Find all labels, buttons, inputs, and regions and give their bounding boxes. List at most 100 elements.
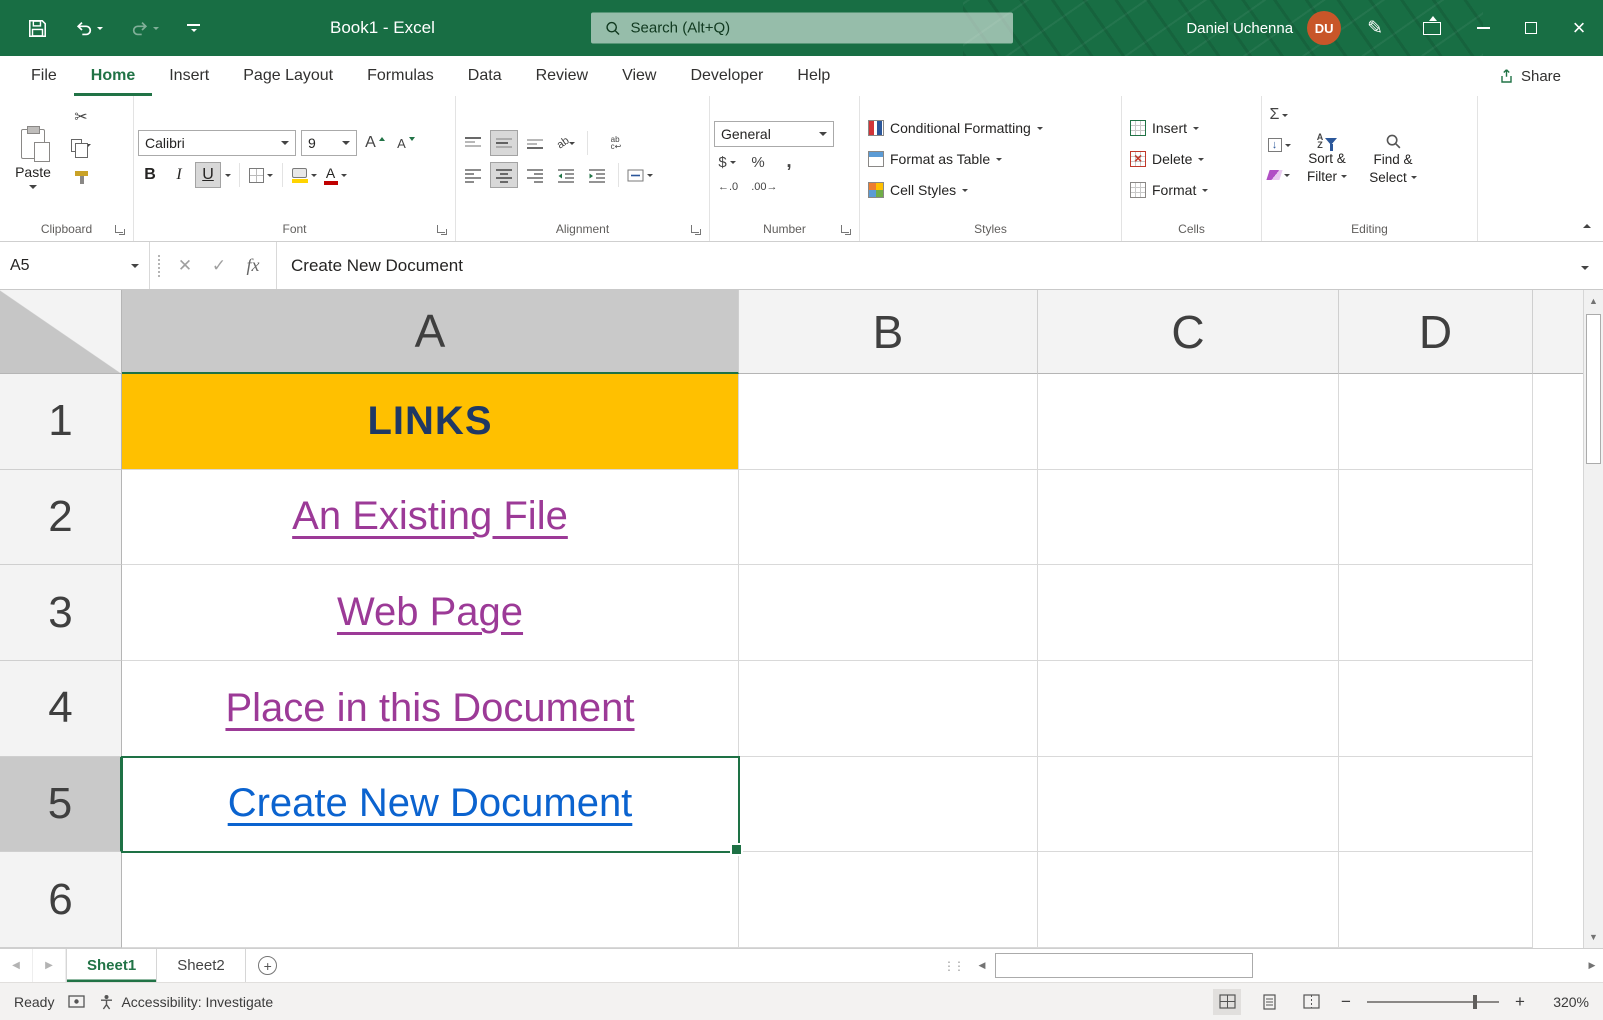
wrap-text-button[interactable]: abc↩: [596, 131, 636, 155]
insert-function-button[interactable]: fx: [236, 255, 270, 276]
cell-b1[interactable]: [739, 374, 1038, 470]
accessibility-checker-button[interactable]: Accessibility: Investigate: [99, 994, 273, 1010]
orientation-button[interactable]: ab: [553, 131, 579, 155]
percent-style-button[interactable]: %: [745, 150, 771, 174]
column-header-a[interactable]: A: [122, 290, 739, 374]
cell-d5[interactable]: [1339, 757, 1533, 853]
sort-filter-button[interactable]: AZ Sort & Filter: [1296, 101, 1358, 217]
increase-indent-button[interactable]: [584, 163, 610, 187]
merge-center-button[interactable]: [627, 163, 653, 187]
cut-button[interactable]: ✂: [68, 105, 94, 129]
fill-color-button[interactable]: [291, 163, 317, 187]
ribbon-tab-view[interactable]: View: [605, 56, 673, 96]
ribbon-tab-developer[interactable]: Developer: [673, 56, 780, 96]
formula-input[interactable]: Create New Document: [283, 256, 1603, 276]
cell-d3[interactable]: [1339, 565, 1533, 661]
macro-record-icon[interactable]: [68, 994, 85, 1009]
cell-a5-selected[interactable]: Create New Document: [122, 757, 739, 853]
enter-button[interactable]: ✓: [202, 256, 236, 276]
cell-b2[interactable]: [739, 470, 1038, 566]
column-header-c[interactable]: C: [1038, 290, 1339, 374]
new-sheet-button[interactable]: +: [246, 949, 290, 982]
borders-button[interactable]: [248, 163, 274, 187]
zoom-in-button[interactable]: +: [1513, 992, 1527, 1012]
name-box[interactable]: A5: [0, 242, 150, 289]
select-all-corner[interactable]: [0, 290, 122, 374]
ribbon-tab-review[interactable]: Review: [519, 56, 605, 96]
cell-a1[interactable]: LINKS: [122, 374, 739, 470]
cell-b4[interactable]: [739, 661, 1038, 757]
sheet-tab-sheet2[interactable]: Sheet2: [157, 949, 246, 982]
conditional-formatting-button[interactable]: Conditional Formatting: [864, 113, 1117, 144]
fill-button[interactable]: ↓: [1266, 133, 1292, 157]
share-button[interactable]: Share: [1498, 56, 1561, 96]
minimize-button[interactable]: [1459, 0, 1507, 56]
cell-a4[interactable]: Place in this Document: [122, 661, 739, 757]
normal-view-button[interactable]: [1213, 989, 1241, 1015]
cell-c6[interactable]: [1038, 852, 1339, 948]
cell-b6[interactable]: [739, 852, 1038, 948]
column-header-d[interactable]: D: [1339, 290, 1533, 374]
row-header-6[interactable]: 6: [0, 852, 122, 948]
zoom-level[interactable]: 320%: [1541, 994, 1589, 1010]
cell-c4[interactable]: [1038, 661, 1339, 757]
cell-c5[interactable]: [1038, 757, 1339, 853]
format-cells-button[interactable]: Format: [1126, 175, 1257, 206]
scroll-left-button[interactable]: ◀: [971, 960, 993, 971]
increase-font-size-button[interactable]: A: [362, 131, 388, 155]
format-as-table-button[interactable]: Format as Table: [864, 144, 1117, 175]
cell-a2[interactable]: An Existing File: [122, 470, 739, 566]
cell-styles-button[interactable]: Cell Styles: [864, 175, 1117, 206]
find-select-button[interactable]: Find & Select: [1362, 101, 1424, 217]
collapse-ribbon-button[interactable]: [1583, 215, 1591, 233]
cell-d1[interactable]: [1339, 374, 1533, 470]
font-size-select[interactable]: 9: [301, 130, 357, 156]
cell-a3[interactable]: Web Page: [122, 565, 739, 661]
row-header-5[interactable]: 5: [0, 757, 122, 853]
cell-d6[interactable]: [1339, 852, 1533, 948]
paste-button[interactable]: Paste: [4, 101, 62, 217]
bold-button[interactable]: B: [138, 163, 162, 187]
clipboard-dialog-launcher[interactable]: [114, 224, 126, 236]
undo-button[interactable]: [75, 19, 103, 37]
ribbon-tab-formulas[interactable]: Formulas: [350, 56, 451, 96]
ribbon-tab-file[interactable]: File: [14, 56, 74, 96]
delete-cells-button[interactable]: Delete: [1126, 144, 1257, 175]
row-header-4[interactable]: 4: [0, 661, 122, 757]
decrease-indent-button[interactable]: [553, 163, 579, 187]
ribbon-tab-page-layout[interactable]: Page Layout: [226, 56, 350, 96]
italic-button[interactable]: I: [167, 163, 191, 187]
search-box[interactable]: Search (Alt+Q): [591, 13, 1013, 44]
scroll-right-button[interactable]: ▶: [1581, 960, 1603, 971]
vertical-scrollbar[interactable]: ▲ ▼: [1583, 290, 1603, 948]
underline-dropdown-icon[interactable]: [225, 174, 231, 177]
clear-button[interactable]: [1266, 163, 1292, 187]
zoom-slider-handle[interactable]: [1473, 995, 1477, 1009]
align-center-button[interactable]: [491, 163, 517, 187]
font-name-select[interactable]: Calibri: [138, 130, 296, 156]
horizontal-scrollbar[interactable]: ⋮⋮ ◀ ▶: [943, 949, 1603, 982]
cancel-button[interactable]: ✕: [168, 256, 202, 276]
ribbon-display-options-button[interactable]: [1411, 0, 1459, 56]
cell-c3[interactable]: [1038, 565, 1339, 661]
vertical-scrollbar-thumb[interactable]: [1586, 314, 1601, 464]
formula-bar-grip[interactable]: [158, 255, 160, 277]
cell-a6[interactable]: [122, 852, 739, 948]
save-button[interactable]: [28, 19, 47, 38]
align-middle-button[interactable]: [491, 131, 517, 155]
align-left-button[interactable]: [460, 163, 486, 187]
underline-button[interactable]: U: [196, 163, 220, 187]
font-dialog-launcher[interactable]: [436, 224, 448, 236]
row-header-1[interactable]: 1: [0, 374, 122, 470]
expand-formula-bar-button[interactable]: [1581, 257, 1589, 275]
horizontal-scrollbar-track[interactable]: [993, 949, 1581, 982]
maximize-button[interactable]: [1507, 0, 1555, 56]
row-header-3[interactable]: 3: [0, 565, 122, 661]
autosum-button[interactable]: Σ: [1266, 103, 1292, 127]
previous-sheet-button[interactable]: ◀: [0, 949, 33, 982]
accounting-format-button[interactable]: $: [714, 150, 740, 174]
next-sheet-button[interactable]: ▶: [33, 949, 66, 982]
cell-d4[interactable]: [1339, 661, 1533, 757]
ribbon-tab-insert[interactable]: Insert: [152, 56, 226, 96]
align-bottom-button[interactable]: [522, 131, 548, 155]
